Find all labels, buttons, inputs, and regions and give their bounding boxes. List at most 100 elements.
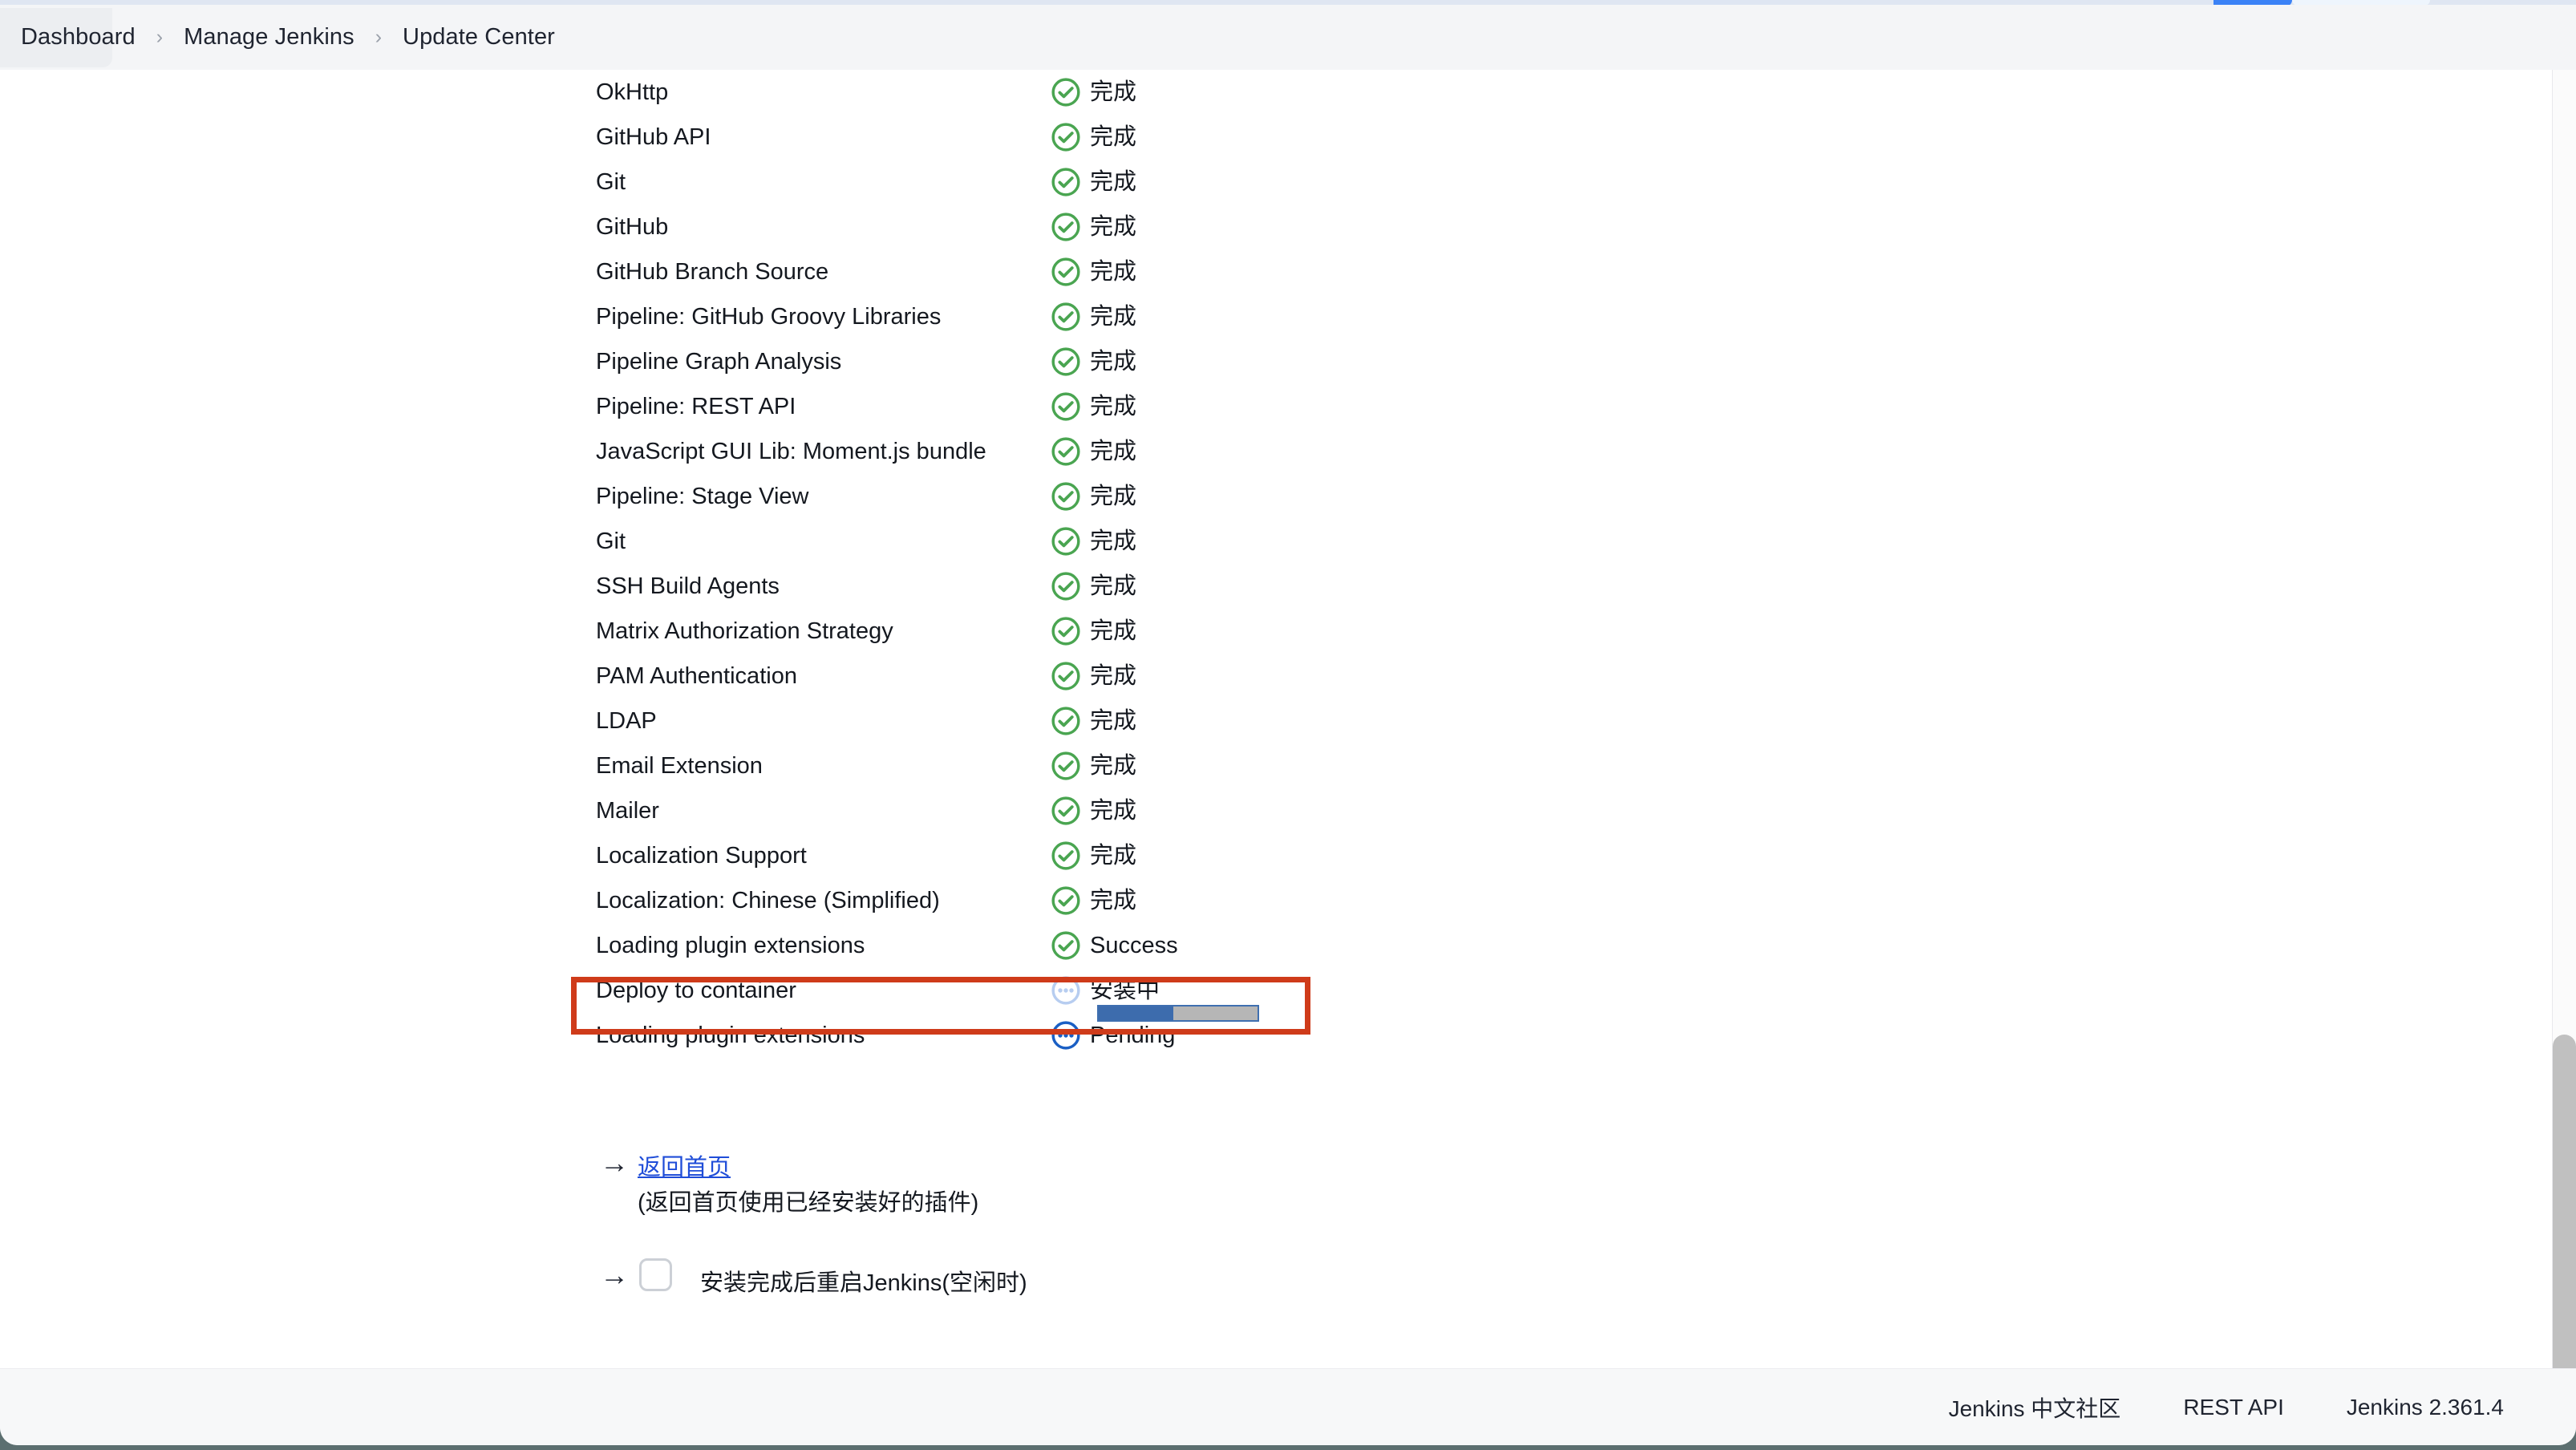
install-progress-bar xyxy=(1097,1005,1259,1022)
plugin-name: Email Extension xyxy=(596,752,763,779)
plugin-status-label: 完成 xyxy=(1090,124,1137,150)
return-home-link[interactable]: 返回首页 xyxy=(638,1148,731,1182)
return-home-note: (返回首页使用已经安装好的插件) xyxy=(638,1190,979,1216)
plugin-status-label: 完成 xyxy=(1090,168,1137,195)
plugin-name: GitHub API xyxy=(596,124,711,150)
plugin-status: 完成 xyxy=(1051,616,1136,646)
plugin-name: Mailer xyxy=(596,797,659,824)
footer-item-0[interactable]: Jenkins 中文社区 xyxy=(1949,1391,2121,1424)
arrow-right-icon: → xyxy=(600,1146,629,1179)
status-success-check-icon xyxy=(1051,930,1081,961)
status-pending-dots-icon xyxy=(1051,1020,1081,1051)
breadcrumb-item-dashboard[interactable]: Dashboard xyxy=(21,24,136,51)
status-success-check-icon xyxy=(1051,77,1081,107)
status-success-check-icon xyxy=(1051,212,1081,242)
plugin-status-label: 完成 xyxy=(1090,79,1137,105)
plugin-name: Git xyxy=(596,168,626,195)
plugin-status-label: Success xyxy=(1090,932,1178,958)
plugin-status: 完成 xyxy=(1051,706,1136,736)
status-success-check-icon xyxy=(1051,391,1081,422)
install-progress-fill xyxy=(1099,1006,1174,1020)
breadcrumb-item-manage-jenkins[interactable]: Manage Jenkins xyxy=(184,24,354,51)
status-success-check-icon xyxy=(1051,122,1081,152)
plugin-status-label: 完成 xyxy=(1090,438,1137,464)
restart-jenkins-checkbox[interactable] xyxy=(639,1258,672,1291)
status-success-check-icon xyxy=(1051,481,1081,512)
restart-jenkins-label: 安装完成后重启Jenkins(空闲时) xyxy=(700,1270,1027,1296)
plugin-status: 安装中 xyxy=(1051,975,1160,1006)
plugin-status: 完成 xyxy=(1051,302,1136,332)
plugin-status-label: 完成 xyxy=(1090,348,1137,375)
page-footer: Jenkins 中文社区 REST API Jenkins 2.361.4 xyxy=(0,1368,2576,1445)
plugin-status-label: 完成 xyxy=(1090,528,1137,554)
plugin-status-label: 完成 xyxy=(1090,618,1137,644)
plugin-status-label: 完成 xyxy=(1090,483,1137,509)
vertical-scrollbar-track[interactable] xyxy=(2552,70,2576,1387)
plugin-name: Loading plugin extensions xyxy=(596,1022,865,1048)
main-content: OkHttp 完成 GitHub API 完成 Git 完成 GitHub 完成 GitHub … xyxy=(0,70,2576,1368)
plugin-status-label: 完成 xyxy=(1090,213,1137,240)
plugin-status: 完成 xyxy=(1051,526,1136,557)
plugin-status: 完成 xyxy=(1051,167,1136,197)
plugin-name: Git xyxy=(596,528,626,554)
plugin-name: Pipeline: REST API xyxy=(596,393,796,419)
plugin-name: Loading plugin extensions xyxy=(596,932,865,958)
footer-item-1[interactable]: REST API xyxy=(2183,1395,2284,1420)
plugin-name: GitHub Branch Source xyxy=(596,258,829,285)
plugin-status: Success xyxy=(1051,930,1178,961)
status-success-check-icon xyxy=(1051,885,1081,916)
status-success-check-icon xyxy=(1051,346,1081,377)
plugin-status: Pending xyxy=(1051,1020,1175,1051)
plugin-name: JavaScript GUI Lib: Moment.js bundle xyxy=(596,438,986,464)
plugin-status: 完成 xyxy=(1051,257,1136,287)
status-success-check-icon xyxy=(1051,840,1081,871)
plugin-status: 完成 xyxy=(1051,796,1136,826)
status-success-check-icon xyxy=(1051,257,1081,287)
plugin-status: 完成 xyxy=(1051,885,1136,916)
plugin-status-label: 完成 xyxy=(1090,707,1137,734)
plugin-status-label: 完成 xyxy=(1090,258,1137,285)
status-success-check-icon xyxy=(1051,796,1081,826)
plugin-name: Deploy to container xyxy=(596,977,796,1003)
plugin-name: PAM Authentication xyxy=(596,662,797,689)
plugin-status-label: 完成 xyxy=(1090,303,1137,330)
plugin-status: 完成 xyxy=(1051,661,1136,691)
plugin-status: 完成 xyxy=(1051,391,1136,422)
status-installing-dots-icon xyxy=(1051,975,1081,1006)
plugin-status: 完成 xyxy=(1051,840,1136,871)
status-success-check-icon xyxy=(1051,436,1081,467)
status-success-check-icon xyxy=(1051,706,1081,736)
plugin-status: 完成 xyxy=(1051,481,1136,512)
status-success-check-icon xyxy=(1051,302,1081,332)
plugin-name: Matrix Authorization Strategy xyxy=(596,618,893,644)
plugin-status: 完成 xyxy=(1051,436,1136,467)
plugin-name: GitHub xyxy=(596,213,669,240)
plugin-name: SSH Build Agents xyxy=(596,573,780,599)
plugin-status: 完成 xyxy=(1051,346,1136,377)
plugin-name: Localization: Chinese (Simplified) xyxy=(596,887,940,913)
vertical-scrollbar-thumb[interactable] xyxy=(2553,1035,2576,1387)
plugin-name: Localization Support xyxy=(596,842,807,869)
status-success-check-icon xyxy=(1051,661,1081,691)
plugin-status: 完成 xyxy=(1051,571,1136,601)
status-success-check-icon xyxy=(1051,167,1081,197)
plugin-status-label: 完成 xyxy=(1090,752,1137,779)
breadcrumb-separator-icon: › xyxy=(375,26,383,48)
footer-item-2: Jenkins 2.361.4 xyxy=(2346,1394,2504,1420)
plugin-status-label: 完成 xyxy=(1090,662,1137,689)
status-success-check-icon xyxy=(1051,571,1081,601)
status-success-check-icon xyxy=(1051,526,1081,557)
status-success-check-icon xyxy=(1051,751,1081,781)
plugin-status: 完成 xyxy=(1051,122,1136,152)
plugin-status-label: 安装中 xyxy=(1090,977,1160,1003)
status-success-check-icon xyxy=(1051,616,1081,646)
plugin-status: 完成 xyxy=(1051,751,1136,781)
breadcrumb-separator-icon: › xyxy=(156,26,164,48)
plugin-status-label: 完成 xyxy=(1090,887,1137,913)
plugin-status: 完成 xyxy=(1051,77,1136,107)
plugin-status-label: 完成 xyxy=(1090,393,1137,419)
plugin-status-label: 完成 xyxy=(1090,797,1137,824)
breadcrumb: Dashboard › Manage Jenkins › Update Cent… xyxy=(0,5,2576,70)
plugin-name: Pipeline: GitHub Groovy Libraries xyxy=(596,303,942,330)
plugin-name: OkHttp xyxy=(596,79,669,105)
